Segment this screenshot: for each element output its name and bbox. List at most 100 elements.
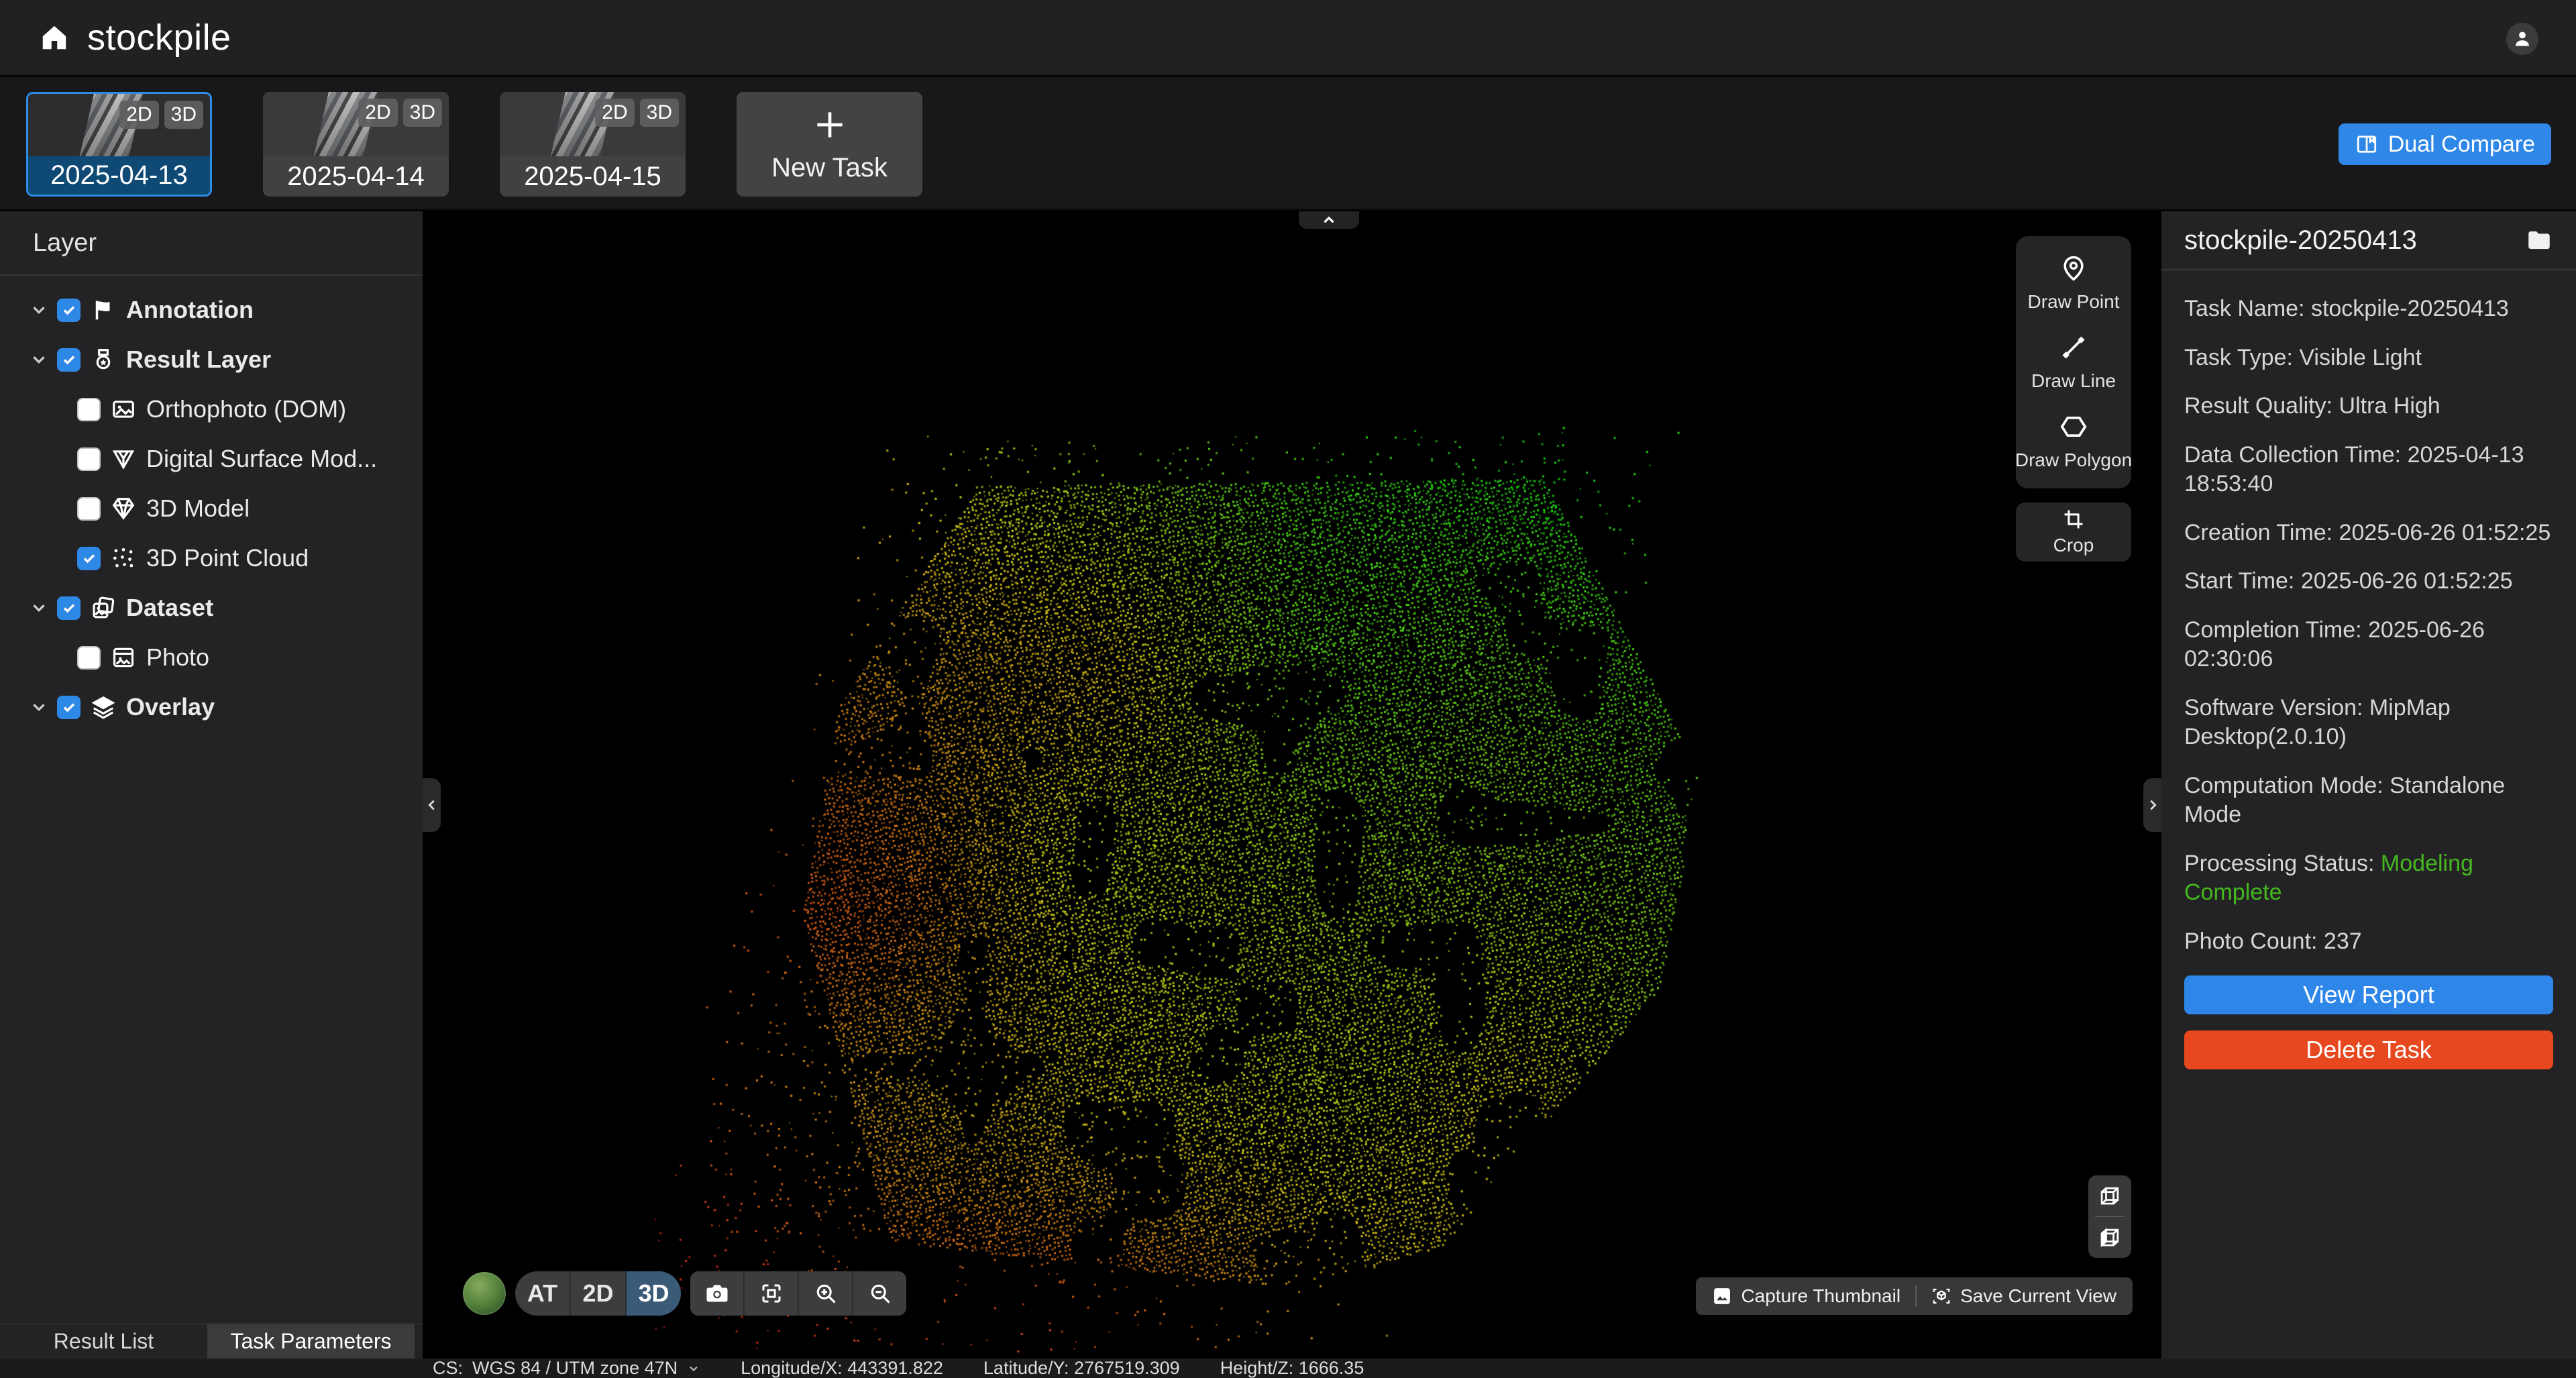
task-card-2025-04-13[interactable]: 2D 3D 2025-04-13 bbox=[26, 92, 212, 197]
fit-view-button[interactable] bbox=[743, 1271, 798, 1316]
tab-result-list[interactable]: Result List bbox=[0, 1324, 207, 1359]
coordinate-system-selector[interactable]: CS: WGS 84 / UTM zone 47N bbox=[433, 1358, 700, 1378]
viewport-toolbar: AT 2D 3D bbox=[463, 1271, 906, 1316]
layer-panel-title: Layer bbox=[0, 211, 423, 276]
collapse-taskbar-handle[interactable] bbox=[1299, 211, 1359, 229]
layer-item-dataset[interactable]: Dataset bbox=[0, 583, 423, 633]
capture-thumbnail-label: Capture Thumbnail bbox=[1741, 1285, 1900, 1307]
draw-line-tool[interactable]: Draw Line bbox=[2016, 333, 2131, 392]
mode-at-button[interactable]: AT bbox=[515, 1271, 570, 1316]
collapse-taskpanel-handle[interactable] bbox=[2143, 778, 2161, 832]
dual-compare-button[interactable]: Dual Compare bbox=[2339, 123, 2551, 165]
point-cloud-canvas[interactable] bbox=[423, 211, 2161, 1359]
field-processing-status: Processing Status: Modeling Complete bbox=[2184, 849, 2553, 908]
field-start-time: Start Time: 2025-06-26 01:52:25 bbox=[2184, 567, 2553, 596]
chevron-right-icon bbox=[2145, 798, 2160, 812]
layer-item-annotation[interactable]: Annotation bbox=[0, 285, 423, 335]
field-photo-count: Photo Count: 237 bbox=[2184, 927, 2553, 957]
chevron-left-icon bbox=[425, 798, 439, 812]
draw-point-label: Draw Point bbox=[2028, 291, 2120, 313]
layer-item-label: Result Layer bbox=[126, 346, 271, 374]
orthographic-view-button[interactable] bbox=[2088, 1175, 2131, 1216]
chevron-down-icon[interactable] bbox=[27, 596, 51, 620]
checkbox-unchecked[interactable] bbox=[77, 646, 101, 670]
zoom-out-button[interactable] bbox=[852, 1271, 906, 1316]
task-card-date: 2025-04-14 bbox=[263, 156, 449, 197]
dsm-icon bbox=[110, 445, 137, 472]
checkbox-unchecked[interactable] bbox=[77, 497, 101, 521]
layer-item-orthophoto[interactable]: Orthophoto (DOM) bbox=[0, 384, 423, 434]
save-current-view-button[interactable]: Save Current View bbox=[1931, 1285, 2116, 1307]
checkbox-checked[interactable] bbox=[57, 299, 80, 322]
layer-item-label: Dataset bbox=[126, 594, 213, 622]
view-report-button[interactable]: View Report bbox=[2184, 975, 2553, 1014]
photo-icon bbox=[110, 644, 137, 671]
checkbox-unchecked[interactable] bbox=[77, 398, 101, 421]
task-card-bar: 2D 3D 2025-04-13 2D 3D 2025-04-14 2D bbox=[0, 77, 2576, 210]
field-task-type: Task Type: Visible Light bbox=[2184, 343, 2553, 373]
task-card-2025-04-15[interactable]: 2D 3D 2025-04-15 bbox=[500, 92, 686, 197]
latitude-readout: Latitude/Y: 2767519.309 bbox=[983, 1358, 1180, 1378]
home-icon[interactable] bbox=[39, 22, 70, 53]
checkbox-checked[interactable] bbox=[57, 696, 80, 719]
mode-2d-button[interactable]: 2D bbox=[570, 1271, 625, 1316]
field-software-version: Software Version: MipMap Desktop(2.0.10) bbox=[2184, 694, 2553, 752]
map-3d-viewport[interactable]: Draw Point Draw Line Draw Polygon Crop A… bbox=[423, 211, 2161, 1359]
camera-icon bbox=[704, 1281, 730, 1306]
zoom-in-icon bbox=[814, 1281, 838, 1306]
layer-item-3d-model[interactable]: 3D Model bbox=[0, 484, 423, 533]
chevron-down-icon[interactable] bbox=[27, 695, 51, 719]
draw-polygon-tool[interactable]: Draw Polygon bbox=[2016, 412, 2131, 471]
orthophoto-icon bbox=[110, 396, 137, 423]
point-cloud-icon bbox=[110, 545, 137, 572]
layer-item-label: Digital Surface Mod... bbox=[146, 445, 377, 473]
flag-icon bbox=[90, 297, 117, 323]
chevron-down-icon[interactable] bbox=[27, 348, 51, 372]
field-data-collection-time: Data Collection Time: 2025-04-13 18:53:4… bbox=[2184, 441, 2553, 499]
crop-tool[interactable]: Crop bbox=[2016, 502, 2131, 562]
checkbox-unchecked[interactable] bbox=[77, 447, 101, 471]
cube-brackets-icon bbox=[1931, 1286, 1951, 1306]
dual-compare-icon bbox=[2355, 132, 2379, 156]
cs-label: CS: bbox=[433, 1358, 463, 1378]
task-thumbnail: 2D 3D bbox=[28, 94, 210, 156]
screenshot-camera-button[interactable] bbox=[690, 1271, 743, 1316]
checkbox-checked[interactable] bbox=[77, 547, 101, 570]
field-computation-mode: Computation Mode: Standalone Mode bbox=[2184, 772, 2553, 830]
delete-task-button[interactable]: Delete Task bbox=[2184, 1030, 2553, 1069]
layer-item-dsm[interactable]: Digital Surface Mod... bbox=[0, 434, 423, 484]
layer-item-overlay[interactable]: Overlay bbox=[0, 682, 423, 732]
task-card-date: 2025-04-15 bbox=[500, 156, 686, 197]
dual-compare-label: Dual Compare bbox=[2388, 131, 2535, 158]
crop-icon bbox=[2062, 508, 2085, 531]
layer-item-photo[interactable]: Photo bbox=[0, 633, 423, 682]
task-thumbnail: 2D 3D bbox=[263, 92, 449, 156]
badge-3d: 3D bbox=[403, 99, 442, 127]
view-mode-switch: AT 2D 3D bbox=[515, 1271, 681, 1316]
tab-task-parameters[interactable]: Task Parameters bbox=[207, 1324, 415, 1359]
task-panel-title: stockpile-20250413 bbox=[2184, 225, 2417, 256]
status-bar: CS: WGS 84 / UTM zone 47N Longitude/X: 4… bbox=[0, 1359, 2576, 1378]
zoom-in-button[interactable] bbox=[798, 1271, 852, 1316]
user-avatar[interactable] bbox=[2506, 23, 2538, 55]
layer-item-3d-point-cloud[interactable]: 3D Point Cloud bbox=[0, 533, 423, 583]
checkbox-checked[interactable] bbox=[57, 348, 80, 372]
chevron-down-icon[interactable] bbox=[27, 298, 51, 322]
layer-item-result-layer[interactable]: Result Layer bbox=[0, 335, 423, 384]
folder-icon[interactable] bbox=[2525, 226, 2553, 254]
capture-thumbnail-button[interactable]: Capture Thumbnail bbox=[1712, 1285, 1900, 1307]
minimap-thumbnail[interactable] bbox=[463, 1272, 506, 1315]
badge-2d: 2D bbox=[119, 101, 158, 129]
draw-point-tool[interactable]: Draw Point bbox=[2016, 254, 2131, 313]
mode-3d-button[interactable]: 3D bbox=[625, 1271, 681, 1316]
task-card-2025-04-14[interactable]: 2D 3D 2025-04-14 bbox=[263, 92, 449, 197]
wire-cube-icon bbox=[2097, 1183, 2123, 1209]
new-task-button[interactable]: New Task bbox=[737, 92, 922, 197]
checkbox-checked[interactable] bbox=[57, 596, 80, 620]
perspective-view-button[interactable] bbox=[2088, 1217, 2131, 1258]
badge-3d: 3D bbox=[164, 101, 203, 129]
layer-item-label: Overlay bbox=[126, 693, 215, 721]
cs-value: WGS 84 / UTM zone 47N bbox=[472, 1358, 678, 1378]
collapse-sidebar-handle[interactable] bbox=[423, 778, 441, 832]
task-card-date: 2025-04-13 bbox=[28, 156, 210, 195]
